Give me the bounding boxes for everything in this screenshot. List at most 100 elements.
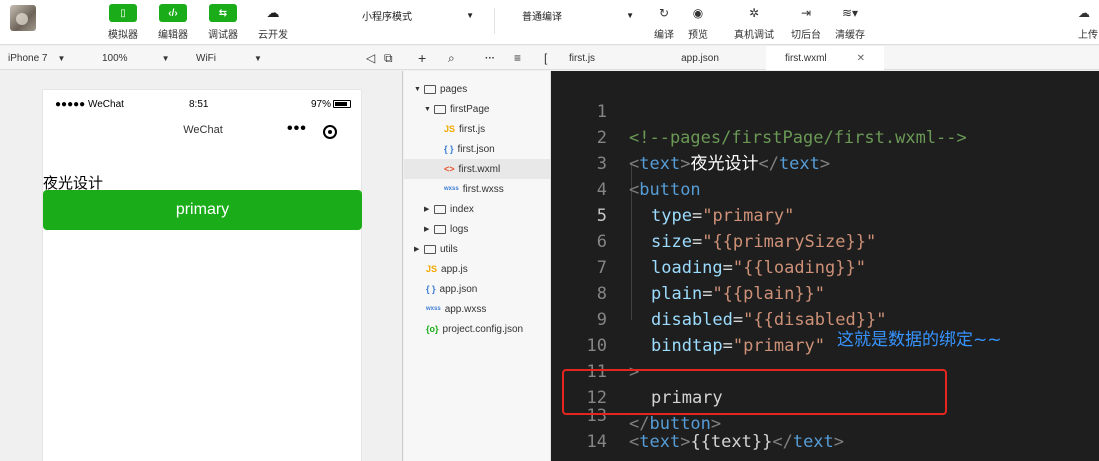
folder-icon (424, 244, 436, 254)
attr-value: "{{loading}}" (732, 258, 866, 278)
cloud-label: 云开发 (258, 30, 288, 41)
device-debug-button[interactable]: ✲ 真机调试 (732, 4, 776, 41)
code-line: 7 plain="{{plain}}" (551, 229, 825, 304)
tree-label: first.wxml (458, 163, 501, 175)
tab-label: first.js (568, 52, 596, 64)
refresh-icon: ↻ (658, 6, 670, 20)
tree-file-first-js[interactable]: JS first.js (444, 119, 485, 139)
debugger-button[interactable]: ⇆ 调试器 (198, 4, 248, 41)
simulator-button[interactable]: ▯ 模拟器 (98, 4, 148, 41)
folder-icon (434, 224, 446, 234)
preview-label: 预览 (688, 30, 708, 41)
more-icon[interactable]: ••• (287, 120, 307, 138)
volume-icon[interactable]: ◁ (366, 46, 375, 70)
background-button[interactable]: ⇥ 切后台 (788, 4, 824, 41)
tree-folder-utils[interactable]: ▶ utils (414, 239, 458, 259)
tree-file-first-wxml[interactable]: <> first.wxml (404, 159, 550, 179)
text-content: {{text}} (690, 432, 773, 452)
tree-label: app.json (439, 283, 478, 295)
code-line: 9 bindtap="primary" (551, 281, 825, 356)
divider (494, 8, 495, 34)
caret-right-icon: ▶ (424, 226, 430, 233)
wxss-file-icon: wxss (444, 186, 459, 192)
add-file-icon[interactable]: + (418, 46, 426, 70)
text-content: 夜光设计 (690, 154, 759, 174)
avatar[interactable] (10, 5, 36, 31)
code-line: 1 <!--pages/firstPage/first.wxml--> (551, 73, 967, 148)
cloud-button[interactable]: ☁ 云开发 (248, 4, 298, 41)
mode-select[interactable]: 小程序模式 ▼ (356, 6, 480, 24)
attr-name: bindtap (651, 336, 723, 356)
split-icon[interactable]: [ (544, 46, 547, 70)
clear-cache-button[interactable]: ≋▾ 清缓存 (832, 4, 868, 41)
network-select[interactable]: WiFi ▼ (196, 46, 276, 70)
tree-folder-logs[interactable]: ▶ logs (424, 219, 468, 239)
tree-label: firstPage (450, 103, 490, 115)
tree-file-app-json[interactable]: { } app.json (426, 279, 477, 299)
attr-name: disabled (651, 310, 733, 330)
debugger-label: 调试器 (208, 30, 238, 41)
preview-button[interactable]: ◉ 预览 (680, 4, 716, 41)
zoom-select[interactable]: 100% ▼ (102, 46, 182, 70)
zoom-select-value: 100% (102, 52, 128, 64)
caret-down-icon: ▼ (254, 53, 262, 63)
upload-button[interactable]: ☁ 上传 (1078, 4, 1099, 41)
editor-label: 编辑器 (158, 30, 188, 41)
caret-right-icon: ▶ (424, 206, 430, 213)
more-icon[interactable]: ··· (485, 46, 495, 70)
attr-name: type (651, 206, 692, 226)
compile-select[interactable]: 普通编译 ▼ (516, 6, 640, 24)
wxss-file-icon: wxss (426, 306, 441, 312)
outline-icon[interactable]: ≡ (514, 46, 521, 70)
attr-name: size (651, 232, 692, 252)
tree-file-app-js[interactable]: JS app.js (426, 259, 468, 279)
main-toolbar: ▯ 模拟器 ‹/› 编辑器 ⇆ 调试器 ☁ 云开发 小程序模式 ▼ 普通编译 ▼… (0, 0, 1099, 45)
phone-icon: ▯ (109, 4, 137, 22)
wxml-file-icon: <> (444, 164, 455, 174)
config-file-icon: {o} (426, 324, 439, 334)
attr-value: "primary" (702, 206, 795, 226)
tree-file-first-wxss[interactable]: wxss first.wxss (444, 179, 504, 199)
tree-label: first.wxss (462, 183, 504, 195)
tree-file-project-config[interactable]: {o} project.config.json (426, 319, 523, 339)
eye-icon: ◉ (692, 6, 704, 20)
compile-button[interactable]: ↻ 编译 (646, 4, 682, 41)
tree-file-first-json[interactable]: { } first.json (444, 139, 495, 159)
tab-first-wxml[interactable]: first.wxml ✕ (766, 46, 884, 70)
caret-down-icon: ▼ (161, 53, 170, 63)
close-mini-program-icon[interactable] (323, 125, 337, 139)
upload-label: 上传 (1078, 30, 1098, 41)
caret-down-icon: ▼ (414, 85, 421, 93)
clear-cache-label: 清缓存 (835, 30, 865, 41)
bug-icon: ✲ (748, 6, 760, 20)
network-select-value: WiFi (196, 52, 216, 64)
tree-folder-firstpage[interactable]: ▼ firstPage (424, 99, 489, 119)
code-line: 5 size="{{primarySize}}" (551, 177, 876, 252)
primary-button[interactable]: primary (43, 190, 362, 230)
switch-icon: ⇥ (800, 6, 812, 20)
tree-label: logs (450, 223, 469, 235)
tab-first-js[interactable]: first.js (552, 46, 612, 70)
status-bar: ●●●●● WeChat 8:51 97% (43, 90, 363, 120)
device-select[interactable]: iPhone 7 ▼ (8, 46, 86, 70)
tab-app-json[interactable]: app.json (660, 46, 740, 70)
code-line: 4 type="primary" (551, 151, 795, 226)
annotation-text: 这就是数据的绑定~~ (837, 330, 1002, 350)
code-line: 2 <text>夜光设计</text> (551, 99, 830, 174)
editor-button[interactable]: ‹/› 编辑器 (148, 4, 198, 41)
close-icon[interactable]: ✕ (857, 53, 865, 64)
caret-down-icon: ▼ (424, 105, 431, 113)
tree-folder-index[interactable]: ▶ index (424, 199, 474, 219)
background-label: 切后台 (791, 30, 821, 41)
tree-folder-pages[interactable]: ▼ pages (414, 79, 467, 99)
search-icon[interactable]: ⌕ (448, 46, 455, 70)
highlight-box (562, 369, 947, 415)
code-line: 11 primary (551, 333, 723, 408)
attr-name: plain (651, 284, 703, 304)
mode-select-value: 小程序模式 (362, 11, 412, 23)
fullscreen-icon[interactable]: ⧉ (384, 46, 393, 70)
code-editor[interactable]: 1 <!--pages/firstPage/first.wxml--> 2 <t… (551, 71, 1099, 461)
attr-value: "primary" (732, 336, 826, 356)
simulator-panel: ●●●●● WeChat 8:51 97% WeChat ••• 夜光设计 pr… (0, 71, 403, 461)
tree-file-app-wxss[interactable]: wxss app.wxss (426, 299, 486, 319)
